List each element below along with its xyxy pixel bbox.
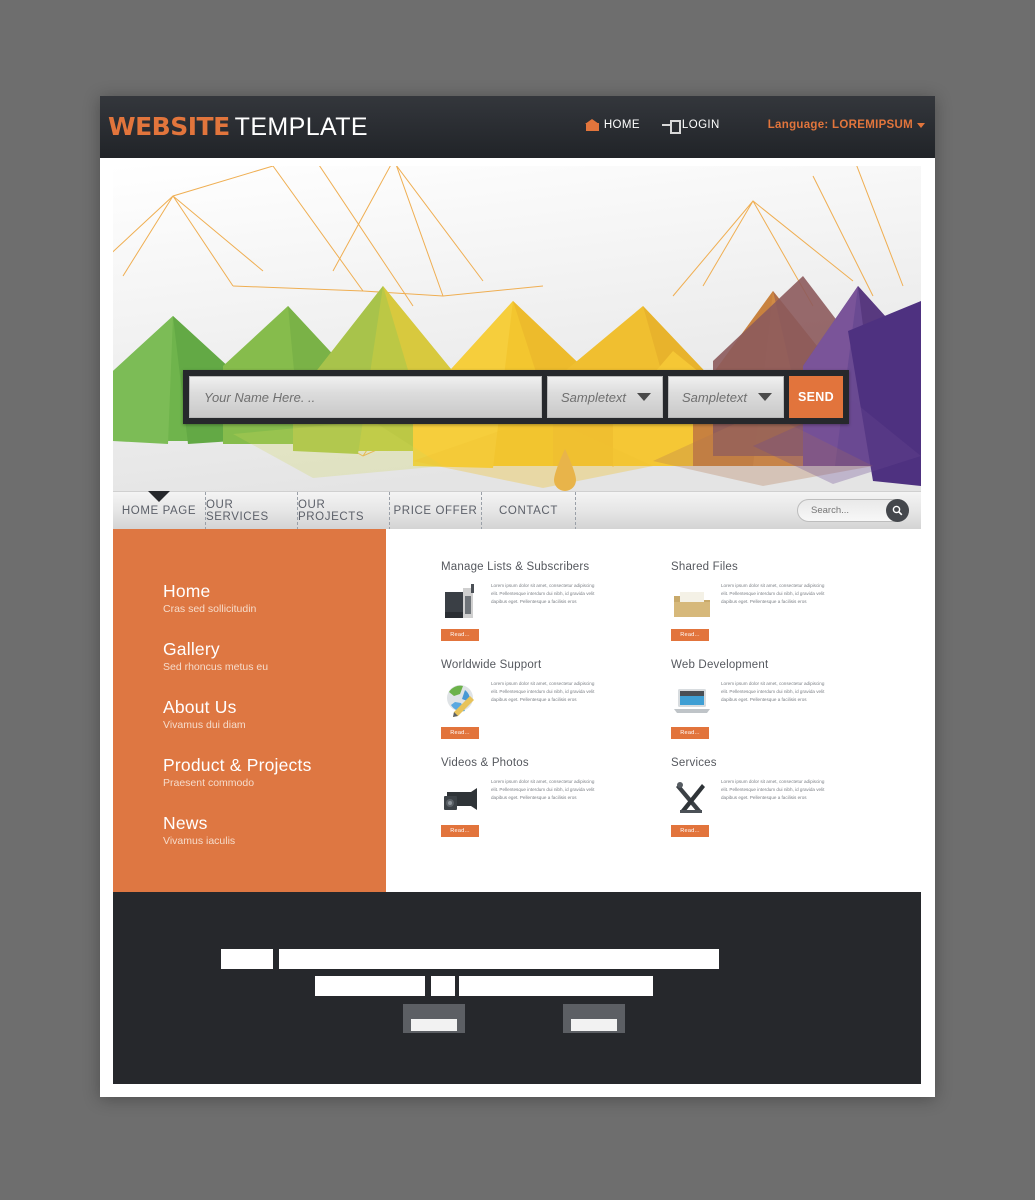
card-title: Services [671, 757, 717, 769]
card-title: Worldwide Support [441, 659, 542, 671]
read-more-button[interactable]: Read... [441, 629, 479, 641]
nav-tab-label: OUR PROJECTS [298, 498, 365, 523]
card-body-text: Lorem ipsum dolor sit amet, consectetur … [491, 583, 595, 604]
feature-card: Manage Lists & Subscribers Lorem ipsum d… [441, 561, 663, 659]
name-input[interactable]: Your Name Here. .. [189, 376, 542, 418]
card-body-text: Lorem ipsum dolor sit amet, consectetur … [721, 779, 825, 800]
language-selector[interactable]: Language: LOREMIPSUM [768, 119, 925, 131]
header-login-label: LOGIN [681, 119, 720, 131]
nav-tab-our-services[interactable]: OUR SERVICES [205, 491, 297, 530]
content-area: Manage Lists & Subscribers Lorem ipsum d… [386, 529, 921, 892]
card-title: Manage Lists & Subscribers [441, 561, 590, 573]
feature-card: Shared Files Lorem ipsum dolor sit amet,… [671, 561, 857, 659]
nav-tab-label: OUR SERVICES [206, 498, 269, 523]
sidebar-item-title: Home [163, 581, 211, 601]
card-body-text: Lorem ipsum dolor sit amet, consectetur … [721, 681, 825, 702]
feature-card: Web Development Lorem ipsum dolor sit am… [671, 659, 857, 757]
chevron-down-icon [758, 393, 772, 401]
header-link-home[interactable]: HOME [584, 119, 640, 131]
select-one-value: Sampletext [561, 389, 627, 405]
read-more-button[interactable]: Read... [441, 727, 479, 739]
sidebar-item-title: Product & Projects [163, 755, 312, 775]
read-more-button[interactable]: Read... [671, 629, 709, 641]
logo-strong-text: WEBSITE [108, 112, 230, 141]
logo-light-text: TEMPLATE [234, 113, 368, 141]
card-body-text: Lorem ipsum dolor sit amet, consectetur … [491, 681, 595, 702]
nav-divider [575, 491, 576, 530]
footer-button[interactable] [563, 1004, 625, 1033]
hero-banner: Your Name Here. .. Sampletext Sampletext… [113, 166, 921, 491]
language-label: Language: LOREMIPSUM [767, 119, 913, 131]
folder-icon [671, 582, 713, 622]
sidebar-item-subtitle: Vivamus dui diam [163, 719, 246, 731]
sidebar-item-gallery[interactable]: Gallery Sed rhoncus metus eu [163, 639, 386, 673]
select-two[interactable]: Sampletext [668, 376, 784, 418]
card-title: Shared Files [671, 561, 738, 573]
sidebar-menu: Home Cras sed sollicitudin Gallery Sed r… [113, 529, 386, 892]
page-container: WEBSITE TEMPLATE HOME LOGIN Language: LOR… [100, 96, 935, 1097]
name-input-placeholder: Your Name Here. .. [204, 389, 316, 405]
nav-tab-price-offer[interactable]: PRICE OFFER [389, 491, 481, 530]
screen: WEBSITE TEMPLATE HOME LOGIN Language: LOR… [0, 0, 1035, 1200]
hero-search-form: Your Name Here. .. Sampletext Sampletext… [183, 370, 849, 424]
main-navigation: HOME PAGE OUR SERVICES OUR PROJECTS PRIC… [113, 491, 921, 530]
nav-tab-contact[interactable]: CONTACT [481, 491, 575, 530]
sidebar-item-title: About Us [163, 697, 237, 717]
redacted-block [431, 976, 455, 996]
tools-icon [671, 778, 713, 818]
sidebar-item-subtitle: Praesent commodo [163, 777, 255, 789]
card-title: Web Development [671, 659, 769, 671]
read-more-button[interactable]: Read... [441, 825, 479, 837]
nav-tab-our-projects[interactable]: OUR PROJECTS [297, 491, 389, 530]
read-more-button[interactable]: Read... [671, 825, 709, 837]
header-nav: HOME LOGIN Language: LOREMIPSUM [584, 119, 925, 134]
sidebar-item-product-projects[interactable]: Product & Projects Praesent commodo [163, 755, 386, 789]
redacted-block [279, 949, 719, 969]
feature-card: Worldwide Support Lorem ipsum dolor sit … [441, 659, 663, 757]
camera-icon [441, 778, 483, 818]
printer-icon [441, 582, 483, 622]
header-home-label: HOME [603, 119, 640, 131]
select-two-value: Sampletext [682, 389, 748, 405]
sidebar-item-subtitle: Vivamus iaculis [163, 835, 236, 847]
select-one[interactable]: Sampletext [547, 376, 663, 418]
sidebar-item-home[interactable]: Home Cras sed sollicitudin [163, 581, 386, 615]
redacted-block [221, 949, 273, 969]
footer-button[interactable] [403, 1004, 465, 1033]
sidebar-item-subtitle: Sed rhoncus metus eu [163, 661, 269, 673]
sidebar-item-news[interactable]: News Vivamus iaculis [163, 813, 386, 847]
globe-pencil-icon [441, 680, 483, 720]
sidebar-item-subtitle: Cras sed sollicitudin [163, 603, 257, 615]
redacted-block [315, 976, 425, 996]
card-body-text: Lorem ipsum dolor sit amet, consectetur … [491, 779, 595, 800]
polygon-landscape-graphic [113, 166, 921, 491]
nav-tab-home-page[interactable]: HOME PAGE [113, 492, 205, 530]
nav-tab-label: PRICE OFFER [393, 504, 478, 517]
redacted-block [459, 976, 653, 996]
site-logo[interactable]: WEBSITE TEMPLATE [108, 112, 368, 142]
page-body: Home Cras sed sollicitudin Gallery Sed r… [113, 529, 921, 892]
laptop-icon [671, 680, 713, 720]
search-box [797, 499, 909, 522]
magnifier-icon[interactable] [886, 499, 909, 522]
chevron-down-icon [917, 123, 925, 128]
nav-tab-label: HOME PAGE [121, 504, 197, 517]
header-link-login[interactable]: LOGIN [661, 119, 720, 134]
read-more-button[interactable]: Read... [671, 727, 709, 739]
send-button[interactable]: SEND [789, 376, 843, 418]
sidebar-item-about-us[interactable]: About Us Vivamus dui diam [163, 697, 386, 731]
feature-card: Videos & Photos Lorem ipsum dolor sit am… [441, 757, 663, 855]
feature-card: Services Lorem ipsum dolor sit amet, con… [671, 757, 857, 855]
key-icon [661, 120, 681, 134]
card-title: Videos & Photos [441, 757, 529, 769]
site-footer [113, 892, 921, 1084]
sidebar-item-title: News [163, 813, 208, 833]
chevron-down-icon [637, 393, 651, 401]
nav-tab-label: CONTACT [499, 504, 558, 517]
sidebar-item-title: Gallery [163, 639, 220, 659]
card-body-text: Lorem ipsum dolor sit amet, consectetur … [721, 583, 825, 604]
feature-card-grid: Manage Lists & Subscribers Lorem ipsum d… [441, 561, 921, 855]
site-header: WEBSITE TEMPLATE HOME LOGIN Language: LOR… [100, 96, 935, 158]
house-icon [584, 119, 599, 131]
